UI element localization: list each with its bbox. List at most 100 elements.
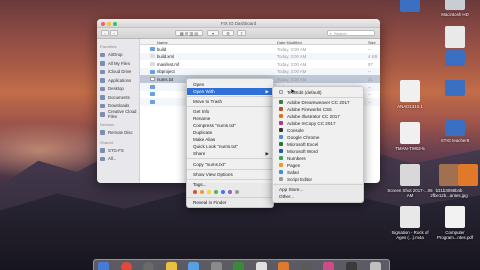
app-item-fireworks[interactable]: Adobe Fireworks CS6: [273, 106, 363, 113]
sidebar-item-documents[interactable]: Documents: [100, 93, 139, 102]
sidebar-item-creative-cloud[interactable]: Creative Cloud Files: [100, 109, 139, 119]
app-item-excel[interactable]: Microsoft Excel: [273, 141, 363, 148]
app-dock-icon[interactable]: [211, 261, 222, 270]
chevron-right-icon: ▶: [265, 88, 269, 94]
app-item-console[interactable]: Console: [273, 127, 363, 134]
menu-separator: [187, 106, 273, 108]
action-button[interactable]: ⚙: [222, 30, 234, 36]
app-dock-icon[interactable]: [278, 261, 289, 270]
sidebar-item-airdrop[interactable]: AirDrop: [100, 51, 139, 60]
tag-orange[interactable]: [200, 189, 204, 194]
messages-dock-icon[interactable]: [233, 261, 244, 270]
file-row[interactable]: build.xml Today, 3:00 AM 4 KB: [140, 52, 380, 61]
cloud-icon: [100, 69, 105, 74]
chrome-dock-icon[interactable]: [121, 261, 132, 270]
folder-icon: [150, 92, 155, 97]
forward-button[interactable]: ›: [110, 30, 118, 36]
mail-dock-icon[interactable]: [188, 261, 199, 270]
documents-icon: [100, 95, 105, 100]
menu-item-quick-look[interactable]: Quick Look "nums.txt": [187, 143, 273, 150]
app-item-safari[interactable]: Safari: [273, 169, 363, 176]
column-size[interactable]: Size: [368, 40, 376, 45]
pages-icon: [279, 163, 283, 168]
menu-item-compress[interactable]: Compress "nums.txt": [187, 122, 273, 129]
desktop-icon-macintosh-hd[interactable]: Macintosh HD: [432, 0, 478, 17]
menu-item-get-info[interactable]: Get Info: [187, 108, 273, 115]
sidebar-item-stg-fs[interactable]: STG-FS: [100, 146, 139, 155]
menu-item-tags[interactable]: Tags...: [187, 181, 273, 188]
folder-icon: [150, 84, 155, 89]
desktop-icon[interactable]: [387, 0, 433, 14]
file-row[interactable]: manifest.mfToday, 3:00 AM97 bytes: [140, 60, 380, 72]
sidebar-item-all-my-files[interactable]: All My Files: [100, 59, 139, 68]
excel-icon: [279, 142, 283, 147]
app-item-dreamweaver[interactable]: Adobe Dreamweaver CC 2017: [273, 99, 363, 106]
app-dock-icon[interactable]: [346, 261, 357, 270]
tag-purple[interactable]: [228, 189, 232, 194]
tag-red[interactable]: [193, 189, 197, 194]
network-icon: [100, 156, 105, 161]
sidebar-item-all[interactable]: All...: [100, 155, 139, 164]
menu-item-other[interactable]: Other...: [273, 193, 363, 200]
arrange-button[interactable]: ▾: [207, 30, 219, 36]
tag-green[interactable]: [214, 189, 218, 194]
menu-item-app-store[interactable]: App Store...: [273, 186, 363, 193]
menu-item-show-view-options[interactable]: Show View Options: [187, 171, 273, 178]
app-item-incopy[interactable]: Adobe InCopy CC 2017: [273, 120, 363, 127]
sidebar-item-remote-disc[interactable]: Remote Disc: [100, 128, 139, 137]
desktop-icon[interactable]: [432, 50, 478, 68]
menu-item-rename[interactable]: Rename: [187, 115, 273, 122]
image-file-icon: [400, 164, 420, 186]
desktop-icon[interactable]: [434, 164, 478, 188]
desktop-icon-tman[interactable]: TMAN-TW02-5: [387, 122, 433, 151]
menu-item-open-with[interactable]: Open With ▶: [187, 87, 273, 95]
menu-item-reveal-in-finder[interactable]: Reveal in Finder: [187, 199, 273, 206]
share-button[interactable]: ⇪: [237, 30, 246, 36]
menu-item-make-alias[interactable]: Make Alias: [187, 136, 273, 143]
app-dock-icon[interactable]: [256, 261, 267, 270]
file-row[interactable]: nbproject Today, 3:00 AM --: [140, 67, 380, 76]
tag-yellow[interactable]: [207, 189, 211, 194]
menu-item-move-to-trash[interactable]: Move to Trash: [187, 98, 273, 105]
back-button[interactable]: ‹: [101, 30, 109, 36]
trash-dock-icon[interactable]: [370, 261, 381, 270]
app-item-pages[interactable]: Pages: [273, 162, 363, 169]
desktop-icon-m4a[interactable]: Signation - Rock of Ages (...).m4a: [387, 206, 433, 241]
desktop-icon-anad[interactable]: ANAD1310.1: [387, 80, 433, 109]
launchpad-dock-icon[interactable]: [143, 261, 154, 270]
folder-icon: [445, 80, 465, 96]
column-name[interactable]: Name: [157, 40, 168, 45]
view-mode-buttons[interactable]: ▦ ☰ ▥ ▤: [175, 30, 203, 36]
desktop-icon-stig[interactable]: STIG teacher8: [432, 120, 478, 143]
file-row[interactable]: build Today, 3:00 AM --: [140, 45, 380, 53]
menu-item-duplicate[interactable]: Duplicate: [187, 129, 273, 136]
files-icon: [100, 61, 105, 66]
app-item-chrome[interactable]: Google Chrome: [273, 134, 363, 141]
app-item-script-editor[interactable]: Script Editor: [273, 176, 363, 183]
desktop-icon[interactable]: [432, 26, 478, 50]
sidebar-item-icloud-drive[interactable]: iCloud Drive: [100, 68, 139, 77]
tag-blue[interactable]: [221, 189, 225, 194]
app-item-word[interactable]: Microsoft Word: [273, 148, 363, 155]
menu-item-open[interactable]: Open: [187, 81, 273, 88]
menu-item-share[interactable]: Share ▶: [187, 150, 273, 157]
app-dock-icon[interactable]: [301, 261, 312, 270]
fireworks-icon: [279, 107, 283, 112]
photos-dock-icon[interactable]: [166, 261, 177, 270]
app-item-illustrator[interactable]: Adobe Illustrator CC 2017: [273, 113, 363, 120]
folder-icon: [150, 69, 155, 74]
sidebar-item-applications[interactable]: Applications: [100, 76, 139, 85]
title-bar[interactable]: FIX IO Dashboard: [97, 19, 380, 28]
desktop-icon[interactable]: [432, 80, 478, 98]
finder-dock-icon[interactable]: [98, 261, 109, 270]
document-icon: [400, 122, 420, 144]
app-item-textedit[interactable]: TextEdit (default): [273, 89, 363, 96]
search-input[interactable]: ⌕ Search: [327, 30, 375, 36]
menu-item-copy[interactable]: Copy "nums.txt": [187, 161, 273, 168]
desktop-icon-pdf[interactable]: Computer Program...ntes.pdf: [432, 206, 478, 241]
itunes-dock-icon[interactable]: [323, 261, 334, 270]
tag-gray[interactable]: [235, 189, 239, 194]
sidebar-item-desktop[interactable]: Desktop: [100, 85, 139, 94]
column-date[interactable]: Date Modified: [277, 40, 302, 45]
app-item-numbers[interactable]: Numbers: [273, 155, 363, 162]
